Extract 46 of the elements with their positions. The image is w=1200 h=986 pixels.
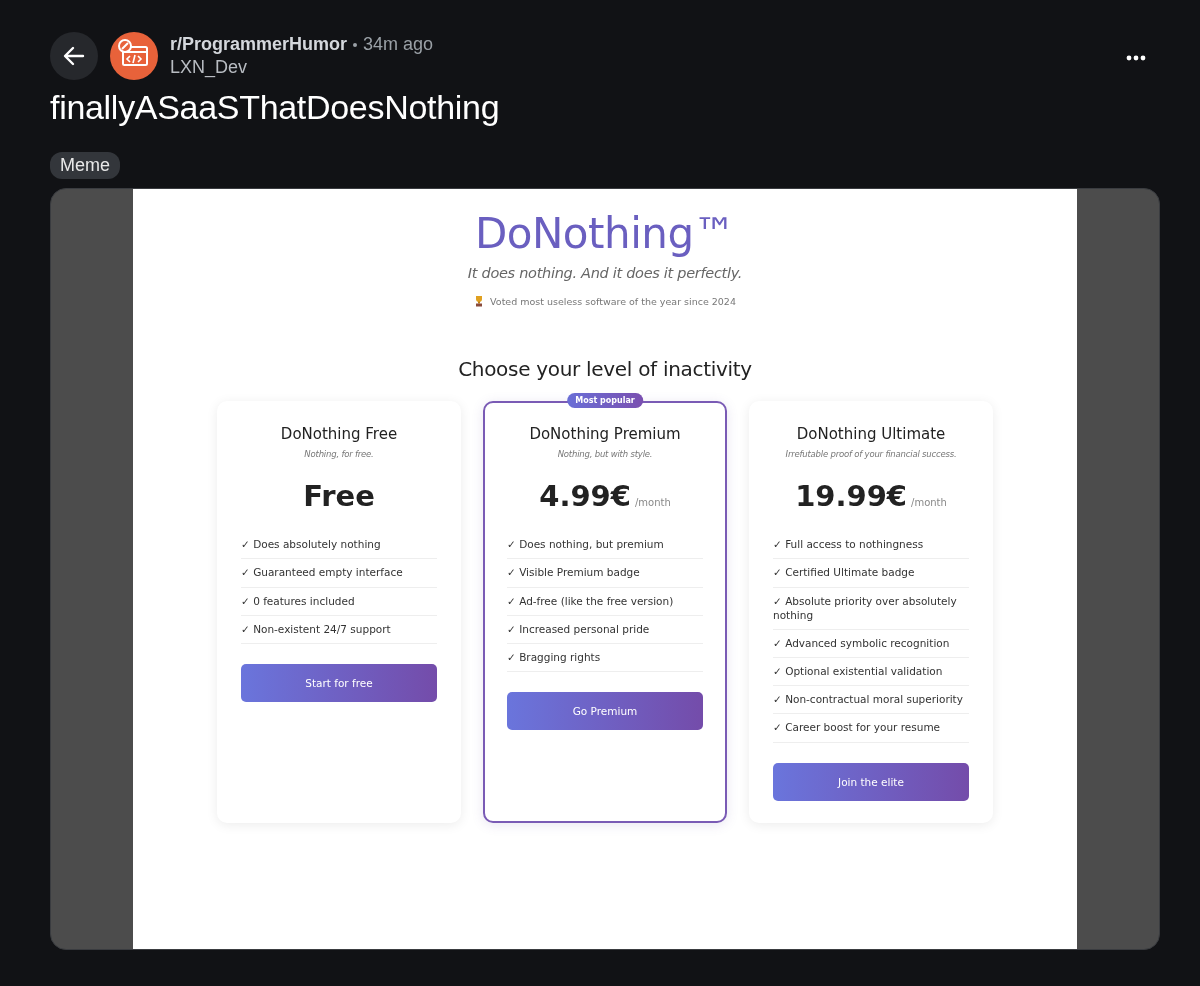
plan-name: DoNothing Free <box>279 425 399 444</box>
community-avatar-icon[interactable] <box>110 32 158 80</box>
feature-item: ✓ Non-contractual moral superiority <box>773 686 969 715</box>
plan-subtitle: Irrefutable proof of your financial success. <box>784 449 958 460</box>
plan-name: DoNothing Ultimate <box>795 425 947 444</box>
feature-item: ✓ Does absolutely nothing <box>241 531 437 560</box>
popular-badge: Most popular <box>567 393 643 409</box>
author-name[interactable]: LXN_Dev <box>170 57 1110 78</box>
feature-item: ✓ Full access to nothingness <box>773 531 969 560</box>
feature-item: ✓ 0 features included <box>241 587 437 616</box>
subreddit-link[interactable]: r/ProgrammerHumor <box>170 34 348 55</box>
flair-tag[interactable]: Meme <box>50 152 120 179</box>
plan-name: DoNothing Premium <box>528 425 682 444</box>
plan-price: Free <box>303 479 375 514</box>
feature-item: ✓ Non-existent 24/7 support <box>241 615 437 644</box>
feature-item: ✓ Advanced symbolic recognition <box>773 629 969 659</box>
plan-button[interactable]: Start for free <box>241 663 437 702</box>
post-time: 34m ago <box>363 34 434 55</box>
brand-tagline: It does nothing. And it does it perfectly. <box>467 265 743 282</box>
plan-subtitle: Nothing, for free. <box>303 449 375 460</box>
plan-button[interactable]: Join the elite <box>773 762 969 801</box>
back-arrow-icon <box>63 45 85 67</box>
feature-item: ✓ Optional existential validation <box>773 658 969 687</box>
plan-price: 4.99€ <box>539 479 631 514</box>
trophy-icon <box>474 295 485 308</box>
feature-item: ✓ Career boost for your resume <box>773 714 969 743</box>
feature-item: ✓ Ad-free (like the free version) <box>507 587 703 616</box>
feature-item: ✓ Does nothing, but premium <box>507 531 703 560</box>
separator-dot-icon <box>353 42 358 47</box>
feature-item: ✓ Bragging rights <box>507 643 703 673</box>
section-heading: Choose your level of inactivity <box>458 357 752 382</box>
back-button[interactable] <box>50 32 98 80</box>
feature-item: ✓ Guaranteed empty interface <box>241 559 437 588</box>
plan-button[interactable]: Go Premium <box>507 692 703 731</box>
post-title: finallyASaaSThatDoesNothing <box>50 88 501 127</box>
feature-item: ✓ Increased personal pride <box>507 615 703 644</box>
billing-period: /month <box>634 497 671 509</box>
plan-subtitle: Nothing, but with style. <box>556 449 654 460</box>
feature-item: ✓ Certified Ultimate badge <box>773 559 969 588</box>
award-text: Voted most useless software of the year since 2024 <box>490 295 736 307</box>
feature-item: ✓ Absolute priority over absolutely nothing <box>773 587 969 630</box>
billing-period: /month <box>911 497 947 509</box>
more-icon <box>1126 54 1146 61</box>
brand-logo: DoNothing™ <box>474 211 736 258</box>
plan-price: 19.99€ <box>795 479 908 514</box>
feature-item: ✓ Visible Premium badge <box>507 559 703 588</box>
